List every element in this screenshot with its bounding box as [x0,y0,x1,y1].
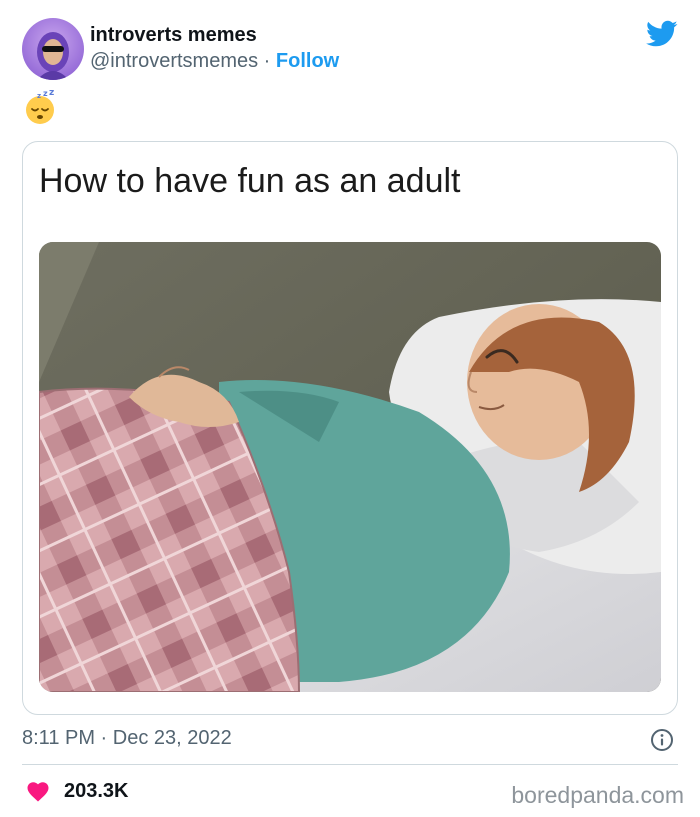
heart-icon [27,782,49,802]
tweet-time: 8:11 PM [22,727,95,749]
watermark: boredpanda.com [511,782,684,808]
follow-button[interactable]: Follow [276,50,339,72]
like-count: 203.3K [64,779,129,802]
svg-text:z: z [43,90,48,98]
author-name[interactable]: introverts memes [90,24,257,47]
meme-illustration [39,242,661,692]
like-button[interactable]: 203.3K [26,778,129,804]
info-icon[interactable] [650,728,674,752]
tweet-header: introverts memes @introvertsmemes · Foll… [22,16,682,80]
meme-caption: How to have fun as an adult [39,162,461,200]
tweet-date: Dec 23, 2022 [112,727,232,749]
tweet-timestamp[interactable]: 8:11 PM · Dec 23, 2022 [22,727,232,750]
author-handle-row: @introvertsmemes · Follow [90,50,339,73]
meme-image-card[interactable]: How to have fun as an adult [22,141,678,715]
handle-separator: · [258,50,276,72]
svg-text:z: z [49,90,54,98]
sleeping-face-emoji: z z z [22,88,58,126]
time-separator: · [95,727,113,749]
divider [22,764,678,765]
author-handle[interactable]: @introvertsmemes [90,50,258,72]
svg-text:z: z [37,92,41,100]
twitter-bird-icon[interactable] [646,20,678,48]
avatar[interactable] [22,18,84,80]
